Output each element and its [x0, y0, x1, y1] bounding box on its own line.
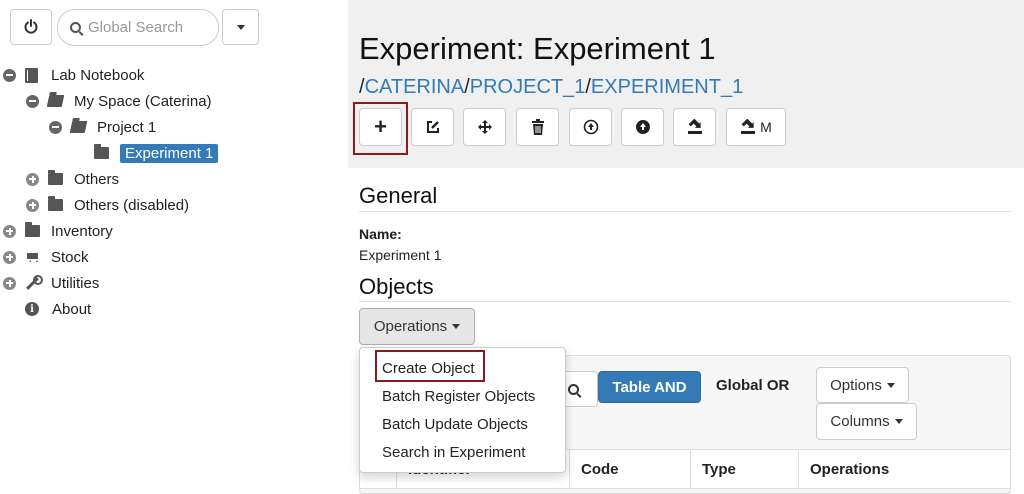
columns-label: Columns [830, 413, 890, 430]
expand-icon[interactable] [3, 250, 16, 264]
options-dropdown-button[interactable]: Options [816, 367, 909, 403]
global-search-input[interactable]: Global Search [57, 9, 219, 46]
wrench-icon [25, 275, 43, 290]
breadcrumb: /CATERINA/PROJECT_1/EXPERIMENT_1 [359, 76, 743, 99]
edit-icon [426, 121, 439, 133]
search-dropdown-button[interactable] [222, 9, 259, 45]
collapse-icon[interactable] [3, 68, 16, 82]
move-button[interactable] [463, 108, 506, 146]
export-metadata-button[interactable]: M [726, 108, 786, 146]
folder-icon [48, 170, 63, 185]
expand-icon[interactable] [26, 198, 39, 212]
folder-open-icon [69, 121, 88, 133]
circle-arrow-up-outline-icon [583, 119, 598, 135]
caret-down-icon [894, 419, 903, 424]
collapse-icon[interactable] [26, 94, 39, 108]
add-button[interactable]: + [359, 108, 402, 146]
tree-item-stock[interactable]: Stock [3, 246, 89, 268]
tree-item-my-space[interactable]: My Space (Caterina) [26, 90, 212, 112]
info-icon: i [25, 302, 39, 316]
menu-item-batch-register-objects[interactable]: Batch Register Objects [382, 388, 535, 405]
export-metadata-label: M [760, 119, 772, 135]
main-content: Experiment: Experiment 1 /CATERINA/PROJE… [348, 0, 1024, 494]
section-general-heading: General [359, 183, 438, 208]
tree-label: About [52, 300, 92, 318]
collapse-icon[interactable] [49, 120, 62, 134]
operations-dropdown-menu: Create Object Batch Register Objects Bat… [359, 347, 566, 473]
menu-item-search-in-experiment[interactable]: Search in Experiment [382, 444, 525, 461]
edit-button[interactable] [411, 108, 454, 146]
tree-item-inventory[interactable]: Inventory [3, 220, 113, 242]
circle-arrow-up-icon [635, 120, 650, 134]
tree-item-about[interactable]: i About [3, 298, 91, 320]
section-objects-heading: Objects [359, 274, 434, 299]
trash-icon [531, 119, 544, 135]
global-search-placeholder: Global Search [88, 19, 184, 36]
tree-label: Project 1 [97, 118, 157, 136]
export-button[interactable] [673, 108, 716, 146]
plus-icon: + [374, 114, 387, 139]
folder-icon [25, 222, 40, 237]
page-title: Experiment: Experiment 1 [359, 31, 716, 66]
breadcrumb-space-link[interactable]: CATERINA [365, 76, 465, 98]
delete-button[interactable] [516, 108, 559, 146]
tree-label: Others [74, 170, 120, 188]
expand-icon[interactable] [3, 224, 16, 238]
table-and-toggle[interactable]: Table AND [598, 371, 701, 403]
upload-button[interactable] [621, 108, 664, 146]
name-label: Name: [359, 226, 402, 242]
header-area: Experiment: Experiment 1 /CATERINA/PROJE… [348, 0, 1024, 168]
column-header-type[interactable]: Type [690, 450, 798, 488]
search-icon [568, 383, 579, 395]
divider [359, 301, 1011, 302]
book-icon [25, 67, 38, 83]
tree-label: Lab Notebook [51, 66, 145, 84]
expand-icon[interactable] [26, 172, 39, 186]
power-button[interactable] [10, 9, 52, 45]
caret-down-icon [236, 24, 245, 30]
export-icon [741, 119, 756, 134]
folder-icon [48, 196, 63, 211]
tree-label: My Space (Caterina) [74, 92, 212, 110]
tree-item-experiment[interactable]: Experiment 1 [94, 142, 219, 164]
shopping-cart-icon [25, 252, 41, 265]
menu-item-create-object[interactable]: Create Object [382, 360, 475, 377]
options-label: Options [830, 376, 882, 394]
operations-label: Operations [373, 318, 448, 335]
breadcrumb-project-link[interactable]: PROJECT_1 [470, 76, 586, 98]
name-value: Experiment 1 [359, 247, 442, 263]
tree-item-lab-notebook[interactable]: Lab Notebook [3, 64, 144, 86]
global-or-toggle[interactable]: Global OR [716, 377, 789, 394]
folder-icon [94, 144, 109, 159]
breadcrumb-experiment-link[interactable]: EXPERIMENT_1 [591, 76, 743, 98]
expand-icon[interactable] [3, 276, 16, 290]
menu-item-batch-update-objects[interactable]: Batch Update Objects [382, 416, 528, 433]
column-header-operations[interactable]: Operations [798, 450, 1010, 488]
power-icon [24, 19, 38, 34]
search-icon [70, 22, 81, 33]
operations-dropdown-button[interactable]: Operations [359, 308, 475, 345]
tree-item-others[interactable]: Others [26, 168, 119, 190]
export-icon [687, 119, 702, 134]
folder-open-icon [46, 95, 65, 107]
tree-label: Inventory [51, 222, 113, 240]
caret-down-icon [886, 382, 895, 388]
tree-label: Others (disabled) [74, 196, 190, 214]
column-header-code[interactable]: Code [569, 450, 690, 488]
move-icon [477, 120, 492, 134]
tree-item-project[interactable]: Project 1 [49, 116, 156, 138]
columns-dropdown-button[interactable]: Columns [816, 403, 917, 440]
caret-down-icon [452, 324, 461, 329]
sidebar: Global Search Lab Notebook My Space (Cat… [0, 0, 348, 494]
tree-item-utilities[interactable]: Utilities [3, 272, 99, 294]
tree-label: Stock [51, 248, 89, 266]
tree-item-others-disabled[interactable]: Others (disabled) [26, 194, 189, 216]
divider [359, 211, 1011, 212]
tree-label-selected: Experiment 1 [120, 143, 219, 163]
tree-label: Utilities [51, 274, 100, 292]
upload-outline-button[interactable] [569, 108, 612, 146]
